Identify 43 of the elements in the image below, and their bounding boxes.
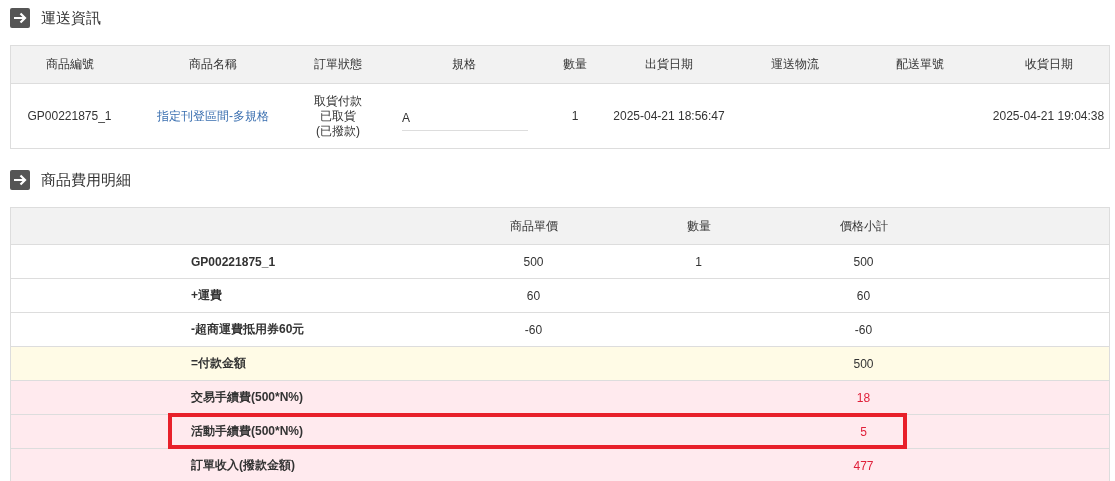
table-cell-text: 2025-04-21 19:04:38 xyxy=(991,109,1106,123)
table-cell-text: -60 xyxy=(523,322,544,337)
fee-label: +運費 xyxy=(190,287,223,304)
spec-field[interactable]: A xyxy=(402,111,528,131)
status-text: 取貨付款 xyxy=(313,93,363,109)
subtotal-cell-text: -60 xyxy=(853,322,874,337)
column-header: 價格小計 xyxy=(838,217,889,235)
fee-label: 訂單收入(撥款金額) xyxy=(190,457,296,474)
column-header: 收貨日期 xyxy=(1023,56,1074,73)
column-header: 商品編號 xyxy=(44,56,95,73)
column-header: 規格 xyxy=(451,56,477,73)
fee-label: -超商運費抵用券60元 xyxy=(190,321,306,338)
table-cell-text: 1 xyxy=(694,254,703,269)
subtotal-cell-text: 477 xyxy=(852,458,875,473)
fee-label: GP00221875_1 xyxy=(190,254,277,269)
column-header: 商品單價 xyxy=(508,217,559,235)
table-cell-text: 60 xyxy=(525,288,542,303)
column-header: 出貨日期 xyxy=(644,56,694,73)
table-cell-text: 500 xyxy=(522,254,545,269)
arrow-right-icon xyxy=(10,170,30,190)
fee-label: =付款金額 xyxy=(190,355,247,372)
table-cell-text: 1 xyxy=(570,109,580,123)
column-header: 數量 xyxy=(562,56,588,73)
subtotal-cell-text: 18 xyxy=(855,390,872,405)
arrow-right-icon xyxy=(10,8,30,28)
column-header: 配送單號 xyxy=(895,56,945,73)
status-text: (已撥款) xyxy=(315,123,361,139)
subtotal-cell-text: 5 xyxy=(859,424,868,439)
subtotal-cell-text: 60 xyxy=(855,288,872,303)
fee-label: 交易手續費(500*N%) xyxy=(190,389,305,406)
column-header: 數量 xyxy=(685,217,712,235)
table-cell-text: 2025-04-21 18:56:47 xyxy=(612,109,726,123)
table-cell-text: GP00221875_1 xyxy=(26,109,113,123)
section-title: 商品費用明細 xyxy=(41,170,131,190)
column-header: 訂單狀態 xyxy=(313,56,363,73)
column-header: 運送物流 xyxy=(770,56,820,73)
subtotal-cell-text: 500 xyxy=(852,254,875,269)
fee-label: 活動手續費(500*N%) xyxy=(190,423,305,440)
column-header: 商品名稱 xyxy=(188,56,238,73)
subtotal-cell-text: 500 xyxy=(852,356,875,371)
status-text: 已取貨 xyxy=(319,108,357,124)
section-title: 運送資訊 xyxy=(41,8,101,28)
product-link[interactable]: 指定刊登區間-多規格 xyxy=(157,108,269,123)
